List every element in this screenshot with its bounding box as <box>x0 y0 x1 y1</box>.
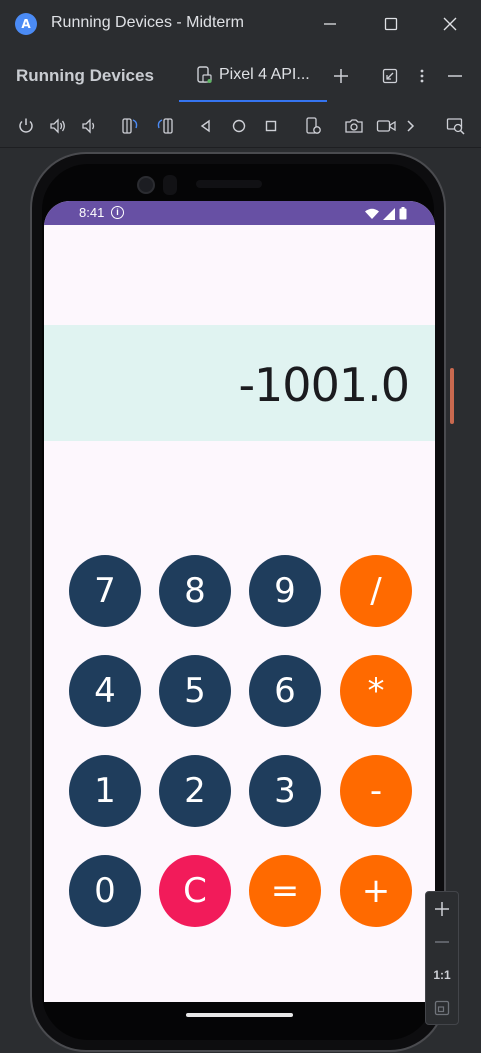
device-settings-icon[interactable] <box>301 114 325 138</box>
key-digit-3-button[interactable]: 3 <box>249 755 321 827</box>
earpiece-speaker <box>196 180 262 188</box>
status-time: 8:41 <box>79 205 105 220</box>
maximize-button[interactable] <box>379 12 403 36</box>
back-icon[interactable] <box>194 114 218 138</box>
power-icon[interactable] <box>14 114 38 138</box>
key-add-button[interactable]: + <box>340 855 412 927</box>
key-subtract-button[interactable]: - <box>340 755 412 827</box>
zoom-in-button[interactable] <box>426 893 458 925</box>
restore-layout-icon[interactable] <box>378 64 402 88</box>
tab-pixel-4[interactable]: Pixel 4 API... <box>179 50 327 102</box>
android-studio-logo-icon: A <box>15 13 37 35</box>
tab-label: Pixel 4 API... <box>219 66 310 83</box>
volume-down-icon[interactable] <box>77 114 101 138</box>
key-digit-5-button[interactable]: 5 <box>159 655 231 727</box>
key-multiply-button[interactable]: * <box>340 655 412 727</box>
rotate-left-icon[interactable] <box>118 114 142 138</box>
close-window-button[interactable] <box>438 12 462 36</box>
info-icon: i <box>111 206 124 219</box>
calculator-display: -1001.0 <box>44 325 435 441</box>
cell-signal-icon <box>383 207 395 220</box>
overview-icon[interactable] <box>259 114 283 138</box>
hide-tool-window-button[interactable] <box>443 64 467 88</box>
key-digit-9-button[interactable]: 9 <box>249 555 321 627</box>
camera-icon[interactable] <box>342 114 366 138</box>
home-icon[interactable] <box>227 114 251 138</box>
power-side-button[interactable] <box>450 368 454 424</box>
key-digit-8-button[interactable]: 8 <box>159 555 231 627</box>
add-device-button[interactable] <box>329 64 353 88</box>
layout-inspector-icon[interactable] <box>444 114 468 138</box>
key-digit-6-button[interactable]: 6 <box>249 655 321 727</box>
key-digit-2-button[interactable]: 2 <box>159 755 231 827</box>
window-title: Running Devices - Midterm <box>51 14 244 31</box>
zoom-controls: 1:1 <box>425 891 459 1025</box>
key-divide-button[interactable]: / <box>340 555 412 627</box>
device-screen[interactable]: 8:41 i -1001.0 7 8 9 / 4 5 6 * 1 2 3- 0 C = + <box>44 201 435 1002</box>
chevron-right-icon[interactable] <box>398 114 422 138</box>
title-bar: A Running Devices - Midterm <box>0 0 481 50</box>
more-options-icon[interactable] <box>410 64 434 88</box>
volume-up-icon[interactable] <box>46 114 70 138</box>
front-camera <box>137 176 155 194</box>
fit-screen-icon[interactable] <box>426 992 458 1024</box>
key-digit-4-button[interactable]: 4 <box>69 655 141 727</box>
tool-window-title: Running Devices <box>16 66 154 85</box>
actual-size-button[interactable]: 1:1 <box>426 959 458 991</box>
key-equals-button[interactable]: = <box>249 855 321 927</box>
minimize-button[interactable] <box>318 12 342 36</box>
screen-record-icon[interactable] <box>374 114 398 138</box>
battery-icon <box>399 207 407 220</box>
key-digit-1-button[interactable]: 1 <box>69 755 141 827</box>
display-value: -1001.0 <box>238 358 410 412</box>
face-sensor <box>163 175 177 195</box>
tool-window-header: Running Devices Pixel 4 API... <box>0 50 481 102</box>
status-bar: 8:41 i <box>44 201 435 225</box>
wifi-icon <box>365 208 379 220</box>
key-digit-7-button[interactable]: 7 <box>69 555 141 627</box>
device-toolbar <box>0 104 481 148</box>
rotate-right-icon[interactable] <box>153 114 177 138</box>
device-icon <box>195 66 213 84</box>
gesture-home-bar[interactable] <box>186 1013 293 1017</box>
key-clear-button[interactable]: C <box>159 855 231 927</box>
zoom-out-button[interactable] <box>426 926 458 958</box>
key-digit-0-button[interactable]: 0 <box>69 855 141 927</box>
